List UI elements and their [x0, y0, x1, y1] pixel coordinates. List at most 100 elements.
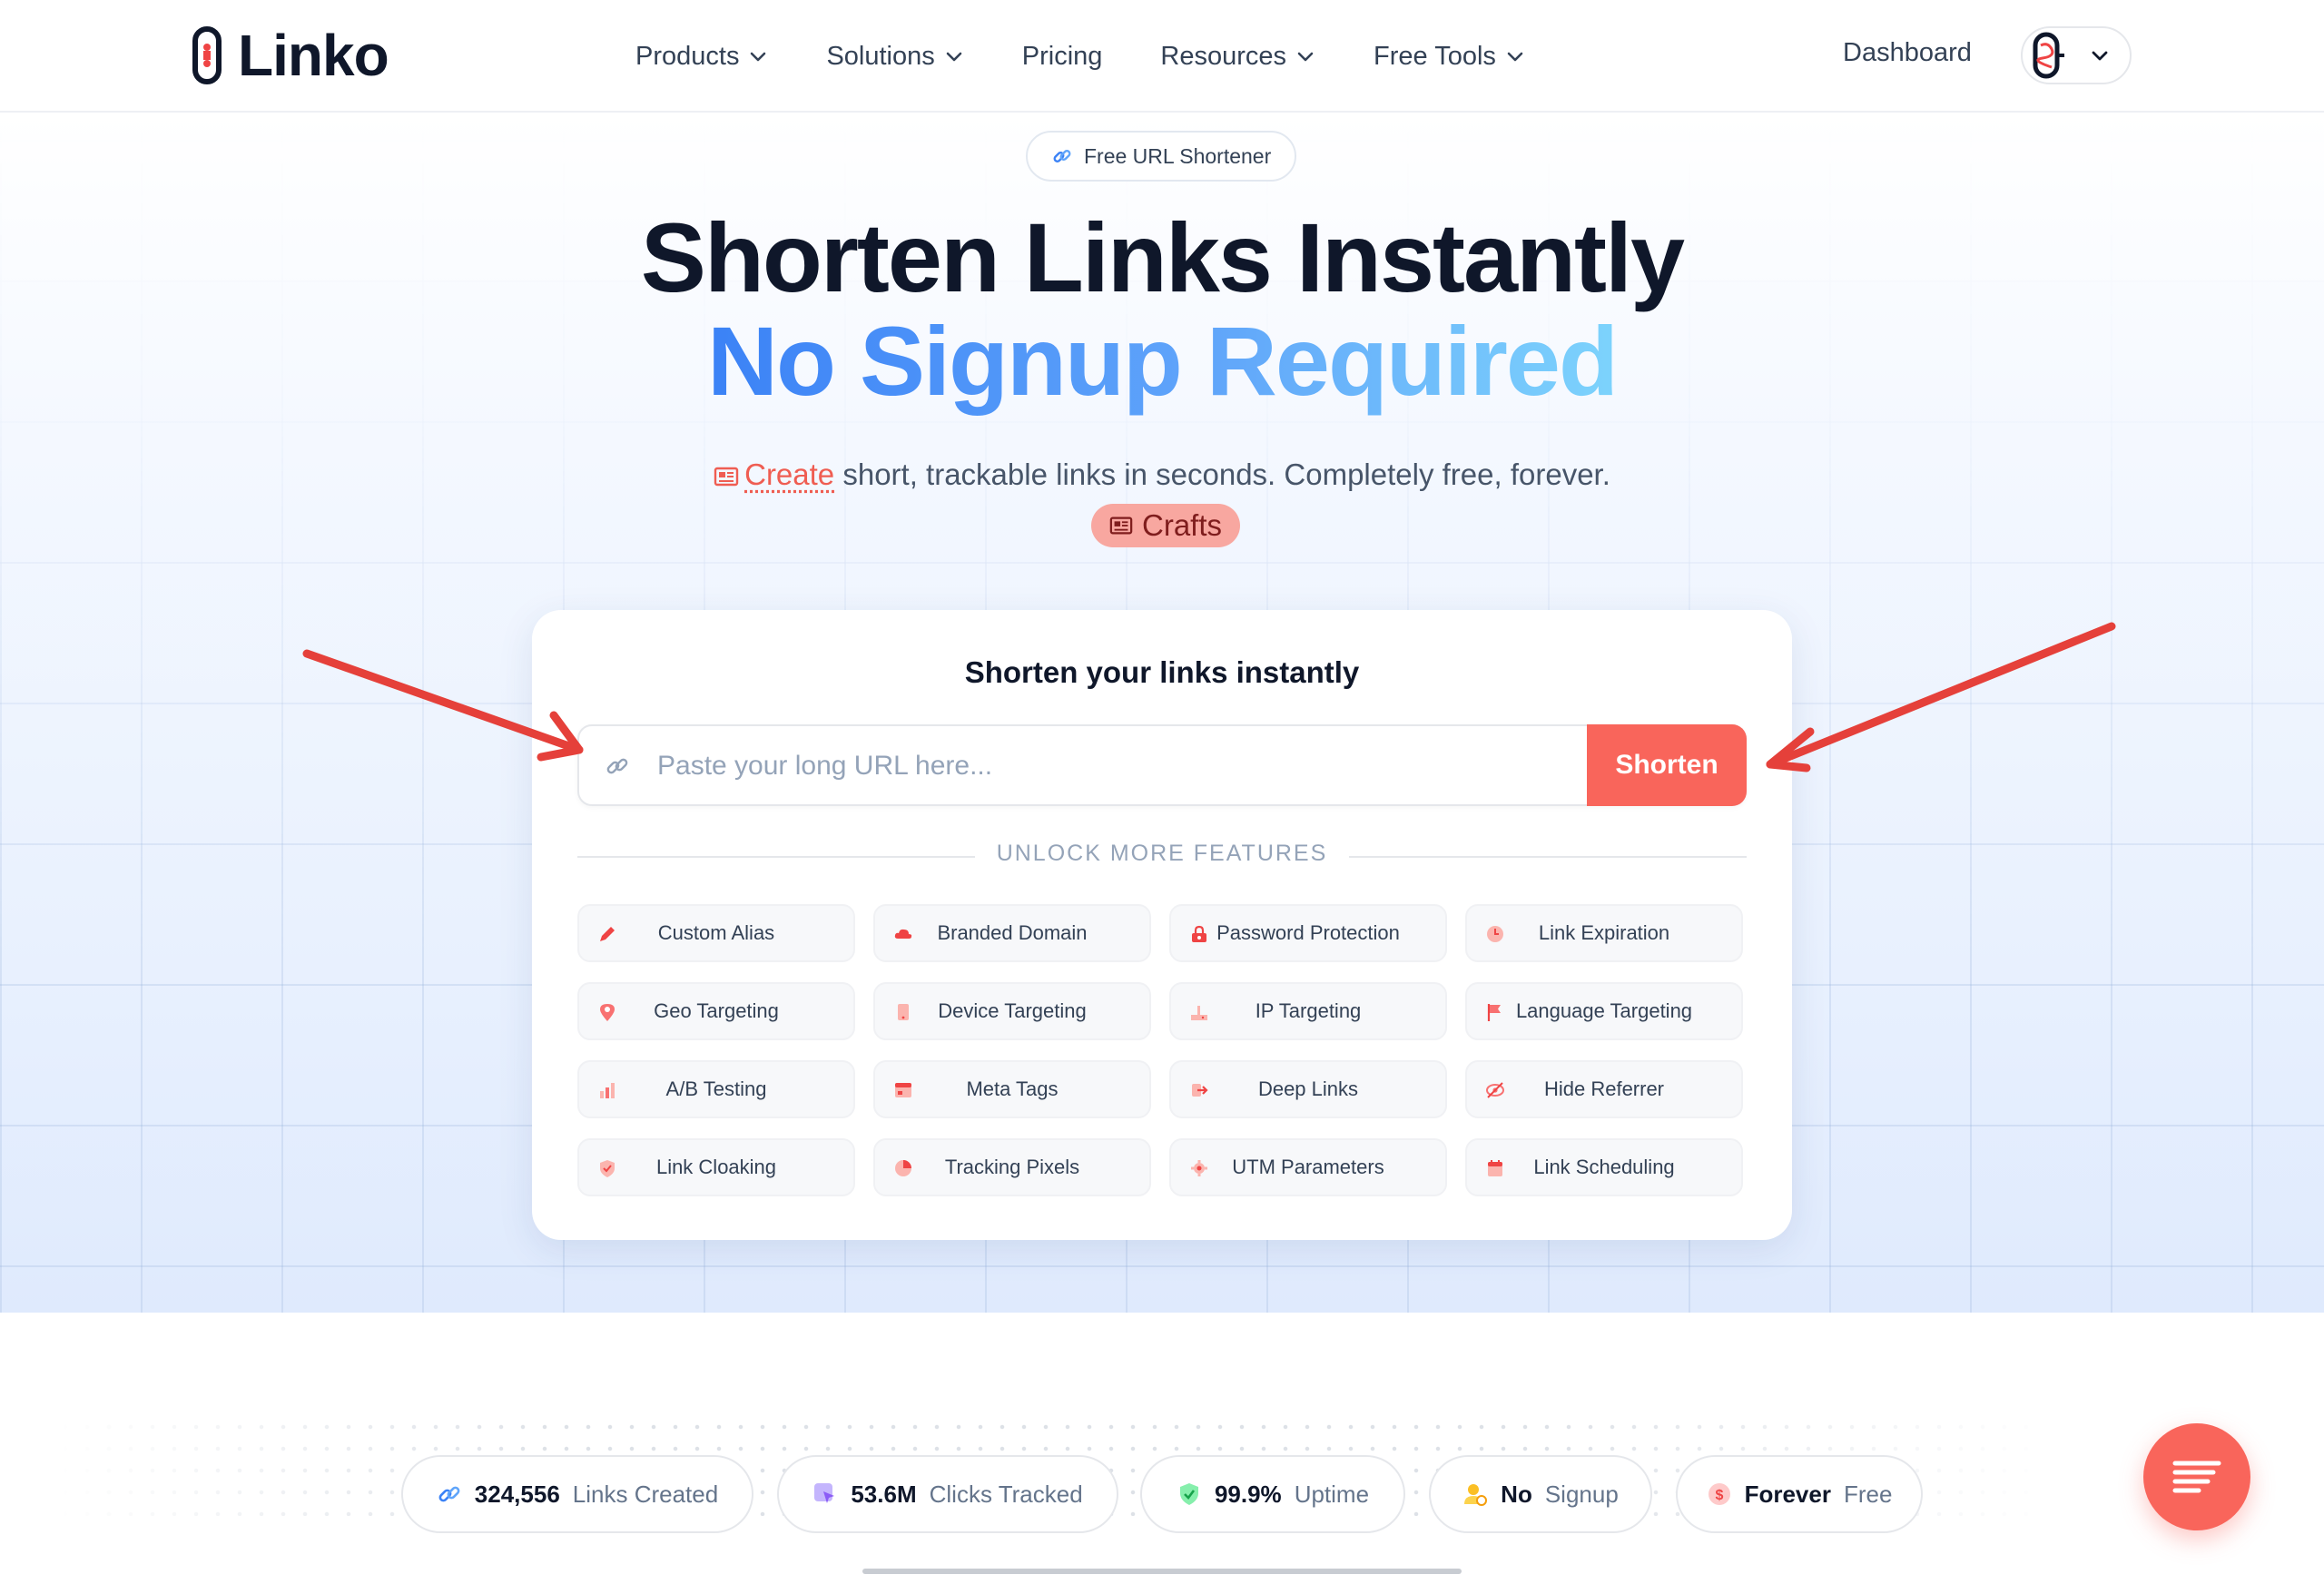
map-pin-icon	[600, 1004, 615, 1021]
hero-badge-label: Free URL Shortener	[1084, 143, 1272, 168]
newspaper-icon	[1109, 517, 1133, 535]
feature-branded-domain[interactable]: Branded Domain	[873, 904, 1151, 962]
feature-ip-targeting[interactable]: IP Targeting	[1169, 982, 1447, 1040]
feature-link-cloaking[interactable]: Link Cloaking	[577, 1138, 855, 1196]
eye-off-icon	[1486, 1082, 1504, 1098]
feature-hide-referrer[interactable]: Hide Referrer	[1465, 1060, 1743, 1118]
stat-label: Links Created	[572, 1480, 719, 1508]
nav-solutions[interactable]: Solutions	[826, 42, 963, 72]
account-menu-button[interactable]	[2021, 26, 2132, 84]
stat-uptime: 99.9% Uptime	[1140, 1455, 1405, 1533]
feature-language-targeting[interactable]: Language Targeting	[1465, 982, 1743, 1040]
brand-logo[interactable]: Linko	[191, 24, 389, 87]
stat-links-created: 324,556 Links Created	[401, 1455, 753, 1533]
dollar-icon: $	[1708, 1483, 1730, 1505]
stat-label: Free	[1843, 1480, 1893, 1508]
link-icon	[1053, 150, 1071, 162]
feature-utm-parameters[interactable]: UTM Parameters	[1169, 1138, 1447, 1196]
card-title: Shorten your links instantly	[964, 655, 1360, 689]
feature-grid: Custom Alias Branded Domain Password Pro…	[577, 904, 1747, 1196]
chevron-down-icon	[1507, 52, 1523, 62]
stat-label: Clicks Tracked	[929, 1480, 1083, 1508]
feature-deep-links[interactable]: Deep Links	[1169, 1060, 1447, 1118]
hero-subtitle: Create short, trackable links in seconds…	[0, 457, 2324, 492]
feature-label: Custom Alias	[657, 921, 775, 944]
feature-label: UTM Parameters	[1232, 1156, 1384, 1178]
chevron-down-icon	[1297, 52, 1314, 62]
nav-products[interactable]: Products	[635, 42, 768, 72]
svg-text:$: $	[1715, 1488, 1723, 1503]
feature-label: Link Scheduling	[1533, 1156, 1675, 1178]
site-header: Linko Products Solutions Pricing Resourc…	[0, 0, 2324, 113]
nav-label: Solutions	[826, 41, 935, 71]
crafts-label: Crafts	[1142, 508, 1223, 542]
nav-label: Products	[635, 41, 740, 71]
chevron-down-icon	[751, 52, 766, 62]
link-icon	[438, 1486, 460, 1502]
user-icon	[1464, 1484, 1488, 1506]
nav-resources[interactable]: Resources	[1160, 42, 1315, 72]
feature-label: Link Cloaking	[655, 1156, 777, 1178]
pie-icon	[895, 1160, 911, 1176]
nav-free-tools[interactable]: Free Tools	[1374, 42, 1525, 72]
lock-icon	[1192, 925, 1206, 942]
feature-custom-alias[interactable]: Custom Alias	[577, 904, 855, 962]
crafts-chip[interactable]: Crafts	[1091, 504, 1241, 547]
cloud-icon	[894, 929, 912, 939]
url-input[interactable]	[655, 726, 1567, 806]
shorten-button[interactable]: Shorten	[1587, 724, 1747, 806]
feature-tracking-pixels[interactable]: Tracking Pixels	[873, 1138, 1151, 1196]
feature-meta-tags[interactable]: Meta Tags	[873, 1060, 1151, 1118]
chevron-down-icon	[2092, 51, 2108, 61]
cog-icon	[1191, 1160, 1207, 1176]
window-icon	[895, 1083, 911, 1097]
logo-mark-icon	[192, 26, 222, 84]
feature-link-scheduling[interactable]: Link Scheduling	[1465, 1138, 1743, 1196]
floating-menu-button[interactable]	[2143, 1423, 2250, 1530]
feature-link-expiration[interactable]: Link Expiration	[1465, 904, 1743, 962]
deep-link-icon	[1192, 1084, 1208, 1097]
brand-name: Linko	[238, 23, 389, 88]
feature-label: Geo Targeting	[654, 999, 779, 1022]
unlock-divider: UNLOCK MORE FEATURES	[577, 841, 1747, 873]
feature-label: Hide Referrer	[1543, 1077, 1665, 1100]
feature-label: Branded Domain	[937, 921, 1088, 944]
create-link[interactable]: Create	[744, 457, 834, 491]
nav-pricing[interactable]: Pricing	[1022, 42, 1103, 72]
feature-password-protection[interactable]: Password Protection	[1169, 904, 1447, 962]
hero-title-gradient-text: No Signup Required	[707, 306, 1619, 416]
hero-title: Shorten Links Instantly	[640, 202, 1685, 312]
feature-ab-testing[interactable]: A/B Testing	[577, 1060, 855, 1118]
nav-label: Free Tools	[1374, 41, 1496, 71]
feature-device-targeting[interactable]: Device Targeting	[873, 982, 1151, 1040]
url-form: Shorten	[577, 724, 1747, 806]
shortener-card: Shorten your links instantly Shorten UNL…	[532, 610, 1792, 1240]
flag-icon	[1487, 1004, 1501, 1021]
feature-label: Language Targeting	[1515, 999, 1693, 1022]
hero-title-accent: No Signup Required	[0, 312, 2324, 410]
shield-icon	[600, 1160, 615, 1177]
nav-label: Pricing	[1021, 41, 1103, 71]
feature-label: Device Targeting	[938, 999, 1087, 1022]
dashboard-link[interactable]: Dashboard	[1843, 38, 1972, 68]
stat-no-signup: No Signup	[1429, 1455, 1652, 1533]
clock-icon	[1487, 926, 1503, 942]
shield-check-icon	[1179, 1483, 1198, 1505]
stat-value: 99.9%	[1214, 1480, 1282, 1508]
feature-label: IP Targeting	[1255, 999, 1362, 1022]
chevron-down-icon	[946, 52, 962, 62]
link-icon	[606, 758, 628, 774]
calendar-icon	[1488, 1160, 1502, 1176]
bar-chart-icon	[600, 1083, 615, 1098]
newspaper-icon	[714, 467, 739, 487]
hero-subtitle-text: short, trackable links in seconds. Compl…	[834, 457, 1610, 491]
feature-label: A/B Testing	[665, 1077, 767, 1100]
feature-geo-targeting[interactable]: Geo Targeting	[577, 982, 855, 1040]
stat-label: Signup	[1544, 1480, 1619, 1508]
horizontal-scrollbar[interactable]	[862, 1569, 1462, 1574]
unlock-label: UNLOCK MORE FEATURES	[996, 841, 1328, 866]
divider-line	[1349, 856, 1747, 858]
stat-value: No	[1501, 1480, 1532, 1508]
hero-badge: Free URL Shortener	[1026, 131, 1297, 182]
phone-icon	[898, 1004, 909, 1020]
